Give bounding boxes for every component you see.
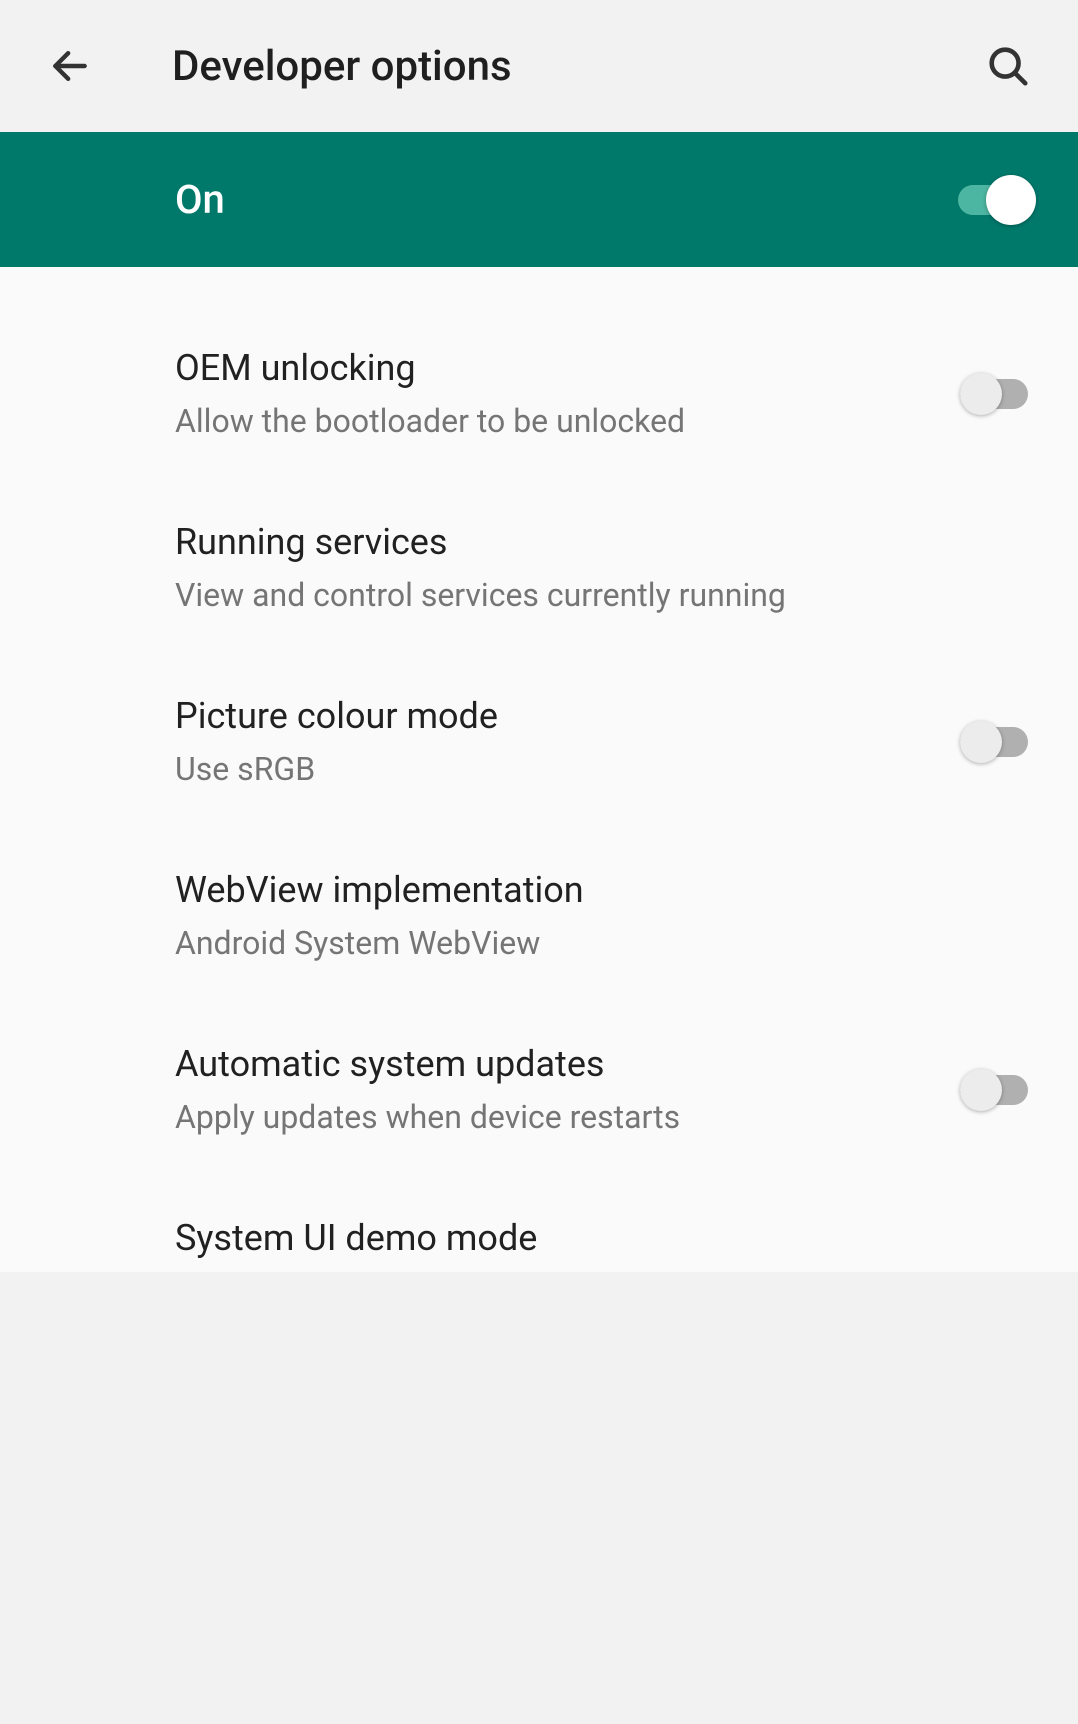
master-toggle-switch[interactable]	[958, 174, 1038, 226]
item-title: Automatic system updates	[175, 1041, 910, 1088]
oem-unlocking-switch[interactable]	[960, 368, 1038, 420]
back-arrow-icon	[48, 44, 92, 88]
settings-list: OEM unlocking Allow the bootloader to be…	[0, 267, 1078, 1272]
item-automatic-system-updates[interactable]: Automatic system updates Apply updates w…	[0, 1003, 1078, 1177]
search-icon	[985, 43, 1031, 89]
item-subtitle: Apply updates when device restarts	[175, 1096, 910, 1139]
automatic-system-updates-switch[interactable]	[960, 1064, 1038, 1116]
item-title: OEM unlocking	[175, 345, 910, 392]
picture-colour-mode-switch[interactable]	[960, 716, 1038, 768]
item-title: Picture colour mode	[175, 693, 910, 740]
back-button[interactable]	[30, 26, 110, 106]
item-subtitle: Android System WebView	[175, 922, 1008, 965]
app-header: Developer options	[0, 0, 1078, 132]
page-title: Developer options	[172, 42, 968, 91]
master-toggle-label: On	[175, 176, 958, 223]
item-title: WebView implementation	[175, 867, 1008, 914]
item-running-services[interactable]: Running services View and control servic…	[0, 481, 1078, 655]
item-oem-unlocking[interactable]: OEM unlocking Allow the bootloader to be…	[0, 307, 1078, 481]
item-system-ui-demo-mode[interactable]: System UI demo mode	[0, 1177, 1078, 1272]
item-picture-colour-mode[interactable]: Picture colour mode Use sRGB	[0, 655, 1078, 829]
search-button[interactable]	[968, 26, 1048, 106]
item-webview-implementation[interactable]: WebView implementation Android System We…	[0, 829, 1078, 1003]
item-title: Running services	[175, 519, 1008, 566]
item-subtitle: Allow the bootloader to be unlocked	[175, 400, 910, 443]
item-subtitle: View and control services currently runn…	[175, 574, 1008, 617]
item-subtitle: Use sRGB	[175, 748, 910, 791]
master-toggle-row[interactable]: On	[0, 132, 1078, 267]
item-title: System UI demo mode	[175, 1215, 1008, 1262]
